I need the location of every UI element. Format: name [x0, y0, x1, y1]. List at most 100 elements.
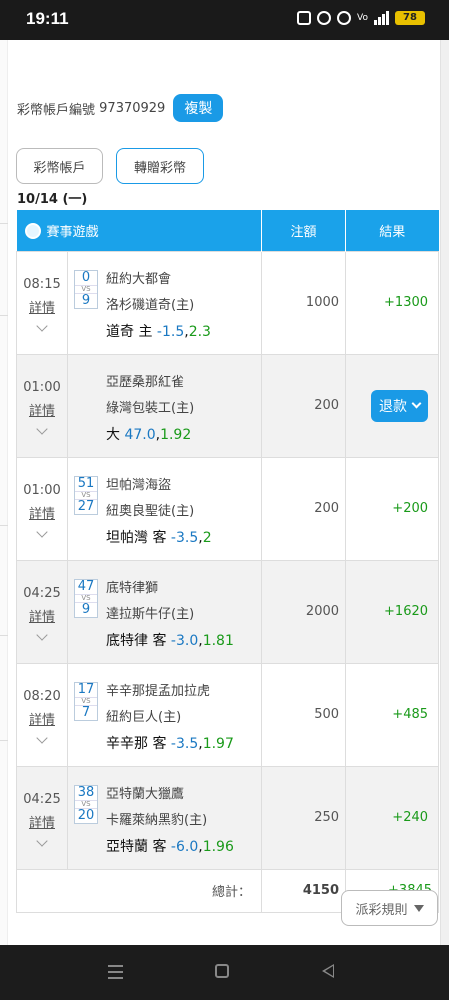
bet-pick: 底特律 客 -3.0,1.81: [106, 630, 234, 650]
tab-transfer-coins[interactable]: 轉贈彩幣: [116, 148, 204, 184]
pick: 亞特蘭 客: [106, 839, 167, 855]
pick: 大: [106, 427, 120, 443]
score-home: 20: [77, 808, 95, 823]
score-home: 27: [77, 499, 95, 514]
score-away: 38: [77, 785, 95, 800]
bet-pick: 坦帕灣 客 -3.5,2: [106, 527, 212, 547]
payout-rules-button[interactable]: 派彩規則: [341, 890, 438, 926]
game-time: 08:15: [23, 276, 61, 292]
amount-cell: 200: [261, 353, 347, 458]
triangle-down-icon: [413, 904, 424, 912]
chevron-down-icon[interactable]: [36, 834, 48, 847]
pick: 辛辛那 客: [106, 736, 167, 752]
bet-pick: 辛辛那 客 -3.5,1.97: [106, 733, 234, 753]
team-away: 底特律獅: [106, 581, 159, 596]
line: -1.5: [156, 324, 185, 340]
team-home: 卡羅萊納黑豹(主): [106, 813, 208, 828]
refund-button[interactable]: 退款: [371, 389, 429, 422]
table-row: 04:25 詳情 47 VS 9 底特律獅 達拉斯牛仔(主) 底特律 客 -3.0,1…: [16, 559, 440, 664]
account-number-line: 彩幣帳戶編號 97370929 複製: [17, 94, 224, 122]
game-cell: 17 VS 7 辛辛那提孟加拉虎 紐約巨人(主) 辛辛那 客 -3.5,1.97: [66, 662, 263, 767]
result-cell: +485: [345, 662, 440, 767]
signal-icon: [374, 11, 389, 25]
chevron-down-icon[interactable]: [36, 422, 48, 435]
score-away: 47: [77, 579, 95, 594]
bet-date: 10/14 (一): [17, 192, 88, 207]
volte-icon: Vo: [357, 13, 368, 23]
chevron-down-icon[interactable]: [36, 628, 48, 641]
game-cell: 47 VS 9 底特律獅 達拉斯牛仔(主) 底特律 客 -3.0,1.81: [66, 559, 263, 664]
chevron-down-icon[interactable]: [36, 731, 48, 744]
score-box: 0 VS 9: [74, 270, 98, 309]
game-time: 04:25: [23, 791, 61, 807]
detail-link[interactable]: 詳情: [17, 709, 67, 728]
game-cell: 亞歷桑那紅雀 綠灣包裝工(主) 大 47.0,1.92: [66, 353, 263, 458]
status-bar: 19:11 Vo 78: [0, 0, 449, 40]
game-cell: 51 VS 27 坦帕灣海盜 紐奧良聖徒(主) 坦帕灣 客 -3.5,2: [66, 456, 263, 561]
chevron-down-icon[interactable]: [36, 525, 48, 538]
score-home: 9: [81, 293, 91, 308]
table-row: 01:00 詳情 亞歷桑那紅雀 綠灣包裝工(主) 大 47.0,1.92 200 …: [16, 353, 440, 458]
pick: 道奇 主: [106, 324, 153, 340]
amount-cell: 500: [261, 662, 347, 767]
odds: 1.81: [202, 633, 234, 649]
table-row: 04:25 詳情 38 VS 20 亞特蘭大獵鷹 卡羅萊納黑豹(主) 亞特蘭 客 -6…: [16, 765, 440, 870]
battery-icon: 78: [395, 11, 425, 25]
alarm-icon: [317, 11, 332, 25]
detail-link[interactable]: 詳情: [17, 400, 67, 419]
amount-cell: 200: [261, 456, 347, 561]
score-box: 51 VS 27: [74, 476, 98, 515]
detail-link[interactable]: 詳情: [17, 606, 67, 625]
detail-link[interactable]: 詳情: [17, 503, 67, 522]
menu-icon[interactable]: [108, 965, 123, 983]
table-row: 08:20 詳情 17 VS 7 辛辛那提孟加拉虎 紐約巨人(主) 辛辛那 客 -3.…: [16, 662, 440, 767]
time-cell: 08:15 詳情: [16, 250, 68, 355]
score-box: 17 VS 7: [74, 682, 98, 721]
coins-icon: [24, 222, 41, 239]
header-result: 結果: [345, 210, 439, 251]
back-icon[interactable]: [322, 964, 334, 978]
score-box: 38 VS 20: [74, 785, 98, 824]
odds: 2: [202, 530, 212, 546]
amount-cell: 1000: [261, 250, 347, 355]
line: -3.0: [170, 633, 199, 649]
refund-label: 退款: [379, 398, 408, 415]
team-home: 洛杉磯道奇(主): [106, 298, 195, 313]
score-away: 17: [77, 682, 95, 697]
table-header: 賽事遊戲 注額 結果: [16, 210, 439, 251]
game-cell: 0 VS 9 紐約大都會 洛杉磯道奇(主) 道奇 主 -1.5,2.3: [66, 250, 263, 355]
bet-pick: 大 47.0,1.92: [106, 424, 191, 444]
line: -3.5: [170, 736, 199, 752]
score-home: 9: [81, 602, 91, 617]
bet-pick: 道奇 主 -1.5,2.3: [106, 321, 211, 341]
status-time: 19:11: [26, 9, 69, 28]
status-icons: Vo 78: [297, 11, 425, 25]
line: -3.5: [170, 530, 199, 546]
account-number: 97370929: [99, 100, 166, 116]
system-nav-bar: [0, 945, 449, 1000]
chevron-down-icon: [411, 398, 422, 409]
result-cell: +1620: [345, 559, 440, 664]
tab-coin-account[interactable]: 彩幣帳戶: [16, 148, 103, 184]
account-label: 彩幣帳戶編號: [17, 102, 96, 118]
line: 47.0: [124, 427, 156, 443]
detail-link[interactable]: 詳情: [17, 812, 67, 831]
team-away: 亞歷桑那紅雀: [106, 375, 185, 390]
team-away: 坦帕灣海盜: [106, 478, 172, 493]
detail-link[interactable]: 詳情: [17, 297, 67, 316]
result-cell: +1300: [345, 250, 440, 355]
odds: 1.92: [160, 427, 192, 443]
game-time: 01:00: [23, 379, 61, 395]
odds: 1.96: [202, 839, 234, 855]
team-home: 綠灣包裝工(主): [106, 401, 195, 416]
game-time: 04:25: [23, 585, 61, 601]
odds: 2.3: [188, 324, 211, 340]
chevron-down-icon[interactable]: [36, 319, 48, 332]
amount-cell: 2000: [261, 559, 347, 664]
copy-button[interactable]: 複製: [173, 94, 224, 122]
nfc-icon: [297, 11, 312, 25]
line: -6.0: [170, 839, 199, 855]
game-cell: 38 VS 20 亞特蘭大獵鷹 卡羅萊納黑豹(主) 亞特蘭 客 -6.0,1.96: [66, 765, 263, 870]
game-time: 08:20: [23, 688, 61, 704]
home-icon[interactable]: [215, 964, 229, 978]
